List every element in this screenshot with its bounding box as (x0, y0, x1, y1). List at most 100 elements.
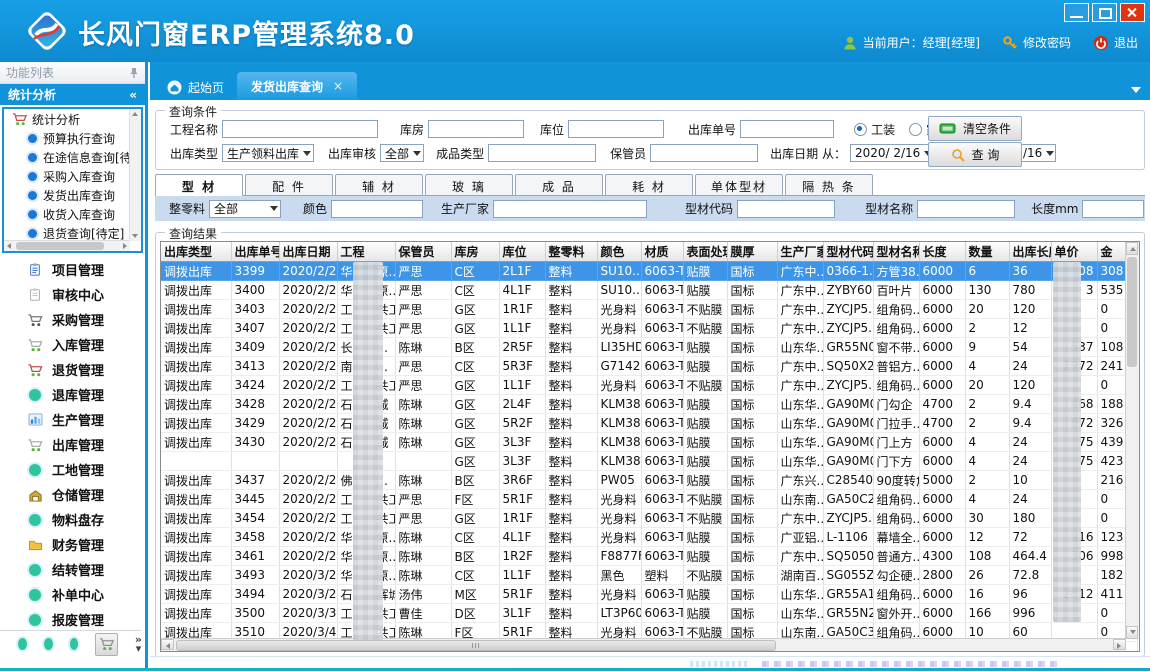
column-header[interactable]: 颜色 (597, 242, 641, 262)
collapse-icon[interactable]: « (129, 88, 137, 102)
tab-home[interactable]: 起始页 (154, 75, 237, 100)
tab-active[interactable]: 发货出库查询 × (237, 72, 357, 100)
audit-select[interactable]: 全部 (380, 144, 424, 162)
search-button[interactable]: 查 询 (928, 142, 1022, 167)
tree-item[interactable]: 预算执行查询 (4, 129, 141, 148)
column-header[interactable]: 保管员 (395, 242, 451, 262)
table-row[interactable]: 调拨出库34282020/2/26石 城陈琳G区2L4F整料KLM3817606… (161, 395, 1137, 414)
tree-item[interactable]: 发货出库查询 (4, 186, 141, 205)
order-no-input[interactable] (740, 120, 834, 138)
column-header[interactable]: 数量 (965, 242, 1009, 262)
sidebar-item[interactable]: 采购管理 (0, 307, 145, 332)
tree-root[interactable]: 统计分析 (4, 109, 141, 129)
stat-section-header[interactable]: 统计分析 « (0, 84, 145, 105)
column-header[interactable]: 工程 (337, 242, 395, 262)
change-password-button[interactable]: 修改密码 (1002, 34, 1071, 51)
table-row[interactable]: 调拨出库35002020/3/3工 共工程曹佳D区3L1F整料LT3P60606… (161, 604, 1137, 623)
column-header[interactable]: 材质 (641, 242, 683, 262)
manufacturer-input[interactable] (493, 200, 647, 218)
sidebar-overflow-button[interactable]: »▾ (135, 635, 142, 653)
circle-icon[interactable] (18, 638, 27, 650)
whole-piece-select[interactable]: 全部 (209, 200, 281, 218)
column-header[interactable]: 生产厂家 (777, 242, 823, 262)
table-row[interactable]: 调拨出库34942020/3/2石 辉城汤伟M区5R1F整料光身料6063-T5… (161, 585, 1137, 604)
profile-code-input[interactable] (737, 200, 835, 218)
material-tab[interactable]: 单体型材 (695, 174, 783, 195)
table-row[interactable]: 调拨出库34452020/2/27工 共工程严思F区5R1F整料光身料6063-… (161, 490, 1137, 509)
sidebar-item[interactable]: 补单中心 (0, 582, 145, 607)
column-header[interactable]: 出库日期 (279, 242, 337, 262)
table-row[interactable]: 调拨出库34582020/2/28华 原...陈琳C区4L1F整料光身料6063… (161, 528, 1137, 547)
maximize-button[interactable] (1092, 3, 1117, 22)
sidebar-item[interactable]: 结转管理 (0, 557, 145, 582)
location-input[interactable] (568, 120, 664, 138)
tree-item[interactable]: 采购入库查询 (4, 167, 141, 186)
scrollbar-thumb[interactable] (1127, 257, 1137, 367)
table-row[interactable]: 调拨出库34932020/3/2华 原...陈琳C区1L1F整料黑色塑料不贴膜国… (161, 566, 1137, 585)
table-row[interactable]: 调拨出库34002020/2/25华 原...严思C区4L1F整料SU10...… (161, 281, 1137, 300)
radio-gongzhuang[interactable]: 工装 (854, 121, 895, 138)
table-row[interactable]: 调拨出库34072020/2/25工 共工程严思G区1L1F整料光身料6063-… (161, 319, 1137, 338)
column-header[interactable]: 出库单号 (231, 242, 279, 262)
column-header[interactable]: 库房 (451, 242, 499, 262)
table-row[interactable]: 调拨出库34032020/2/25工 共工程严思G区1R1F整料光身料6063-… (161, 300, 1137, 319)
column-header[interactable]: 单价 (1051, 242, 1097, 262)
column-header[interactable]: 表面处理 (683, 242, 727, 262)
material-tab[interactable]: 隔 热 条 (785, 174, 873, 195)
table-row[interactable]: 调拨出库34612020/2/28华 原...陈琳B区1R2F整料F8877FT… (161, 547, 1137, 566)
column-header[interactable]: 型材代码 (823, 242, 873, 262)
material-tab[interactable]: 配 件 (245, 174, 333, 195)
sidebar-item[interactable]: 项目管理 (0, 257, 145, 282)
scrollbar-thumb[interactable] (176, 640, 776, 651)
out-type-select[interactable]: 生产领料出库 (222, 144, 314, 162)
tab-close-icon[interactable]: × (333, 79, 343, 93)
minimize-button[interactable] (1064, 3, 1089, 22)
sidebar-item[interactable]: 退货管理 (0, 357, 145, 382)
table-row[interactable]: G区3L3F整料KLM38176063-T5贴膜国标山东华...GA90M09.… (161, 452, 1137, 471)
table-vertical-scrollbar[interactable] (1125, 242, 1139, 639)
material-tab[interactable]: 成 品 (515, 174, 603, 195)
table-row[interactable]: 调拨出库34542020/2/28工 共工程严思G区1R1F整料光身料6063-… (161, 509, 1137, 528)
sidebar-item[interactable]: 报废管理 (0, 607, 145, 632)
product-type-input[interactable] (488, 144, 596, 162)
column-header[interactable]: 型材名称 (873, 242, 919, 262)
sidebar-item[interactable]: 物料盘存 (0, 507, 145, 532)
circle-icon[interactable] (70, 638, 79, 650)
sidebar-item[interactable]: 出库管理 (0, 432, 145, 457)
sidebar-item[interactable]: 仓储管理 (0, 482, 145, 507)
keeper-input[interactable] (650, 144, 758, 162)
clear-conditions-button[interactable]: 清空条件 (928, 116, 1022, 141)
column-header[interactable]: 长度 (919, 242, 965, 262)
table-row[interactable]: 调拨出库34092020/2/25长 ...陈琳B区2R5F整料LI35HD60… (161, 338, 1137, 357)
pin-icon[interactable] (129, 67, 139, 79)
sidebar-item[interactable]: 工地管理 (0, 457, 145, 482)
table-row[interactable]: 调拨出库34292020/2/26石 城陈琳G区5R2F整料KLM3817606… (161, 414, 1137, 433)
column-header[interactable]: 膜厚 (727, 242, 777, 262)
cart-shortcut-button[interactable] (95, 633, 118, 656)
sidebar-item[interactable]: 财务管理 (0, 532, 145, 557)
circle-icon[interactable] (44, 638, 53, 650)
tree-item[interactable]: 收货入库查询 (4, 205, 141, 224)
tree-item[interactable]: 在途信息查询[待定] (4, 148, 141, 167)
date-from-select[interactable]: 2020/ 2/16 (850, 144, 934, 162)
profile-name-input[interactable] (917, 200, 1015, 218)
scrollbar-thumb[interactable] (16, 242, 104, 250)
tree-horizontal-scrollbar[interactable] (4, 240, 130, 251)
close-button[interactable] (1120, 3, 1145, 22)
column-header[interactable]: 出库长度 (1009, 242, 1051, 262)
column-header[interactable]: 整零料 (545, 242, 597, 262)
sidebar-item[interactable]: 审核中心 (0, 282, 145, 307)
logout-button[interactable]: 退出 (1093, 34, 1138, 51)
material-tab[interactable]: 辅 材 (335, 174, 423, 195)
sidebar-item[interactable]: 退库管理 (0, 382, 145, 407)
material-tab[interactable]: 玻 璃 (425, 174, 513, 195)
table-row[interactable]: 调拨出库34132020/2/26南 ...严思C区5R3F整料G7142260… (161, 357, 1137, 376)
sidebar-item[interactable]: 入库管理 (0, 332, 145, 357)
table-horizontal-scrollbar[interactable] (161, 638, 1126, 651)
column-header[interactable]: 库位 (499, 242, 545, 262)
table-row[interactable]: 调拨出库34372020/2/27佛 ...陈琳B区3R6F整料PW056063… (161, 471, 1137, 490)
length-input[interactable] (1082, 200, 1144, 218)
sidebar-item[interactable]: 生产管理 (0, 407, 145, 432)
project-name-input[interactable] (222, 120, 378, 138)
material-tab[interactable]: 耗 材 (605, 174, 693, 195)
